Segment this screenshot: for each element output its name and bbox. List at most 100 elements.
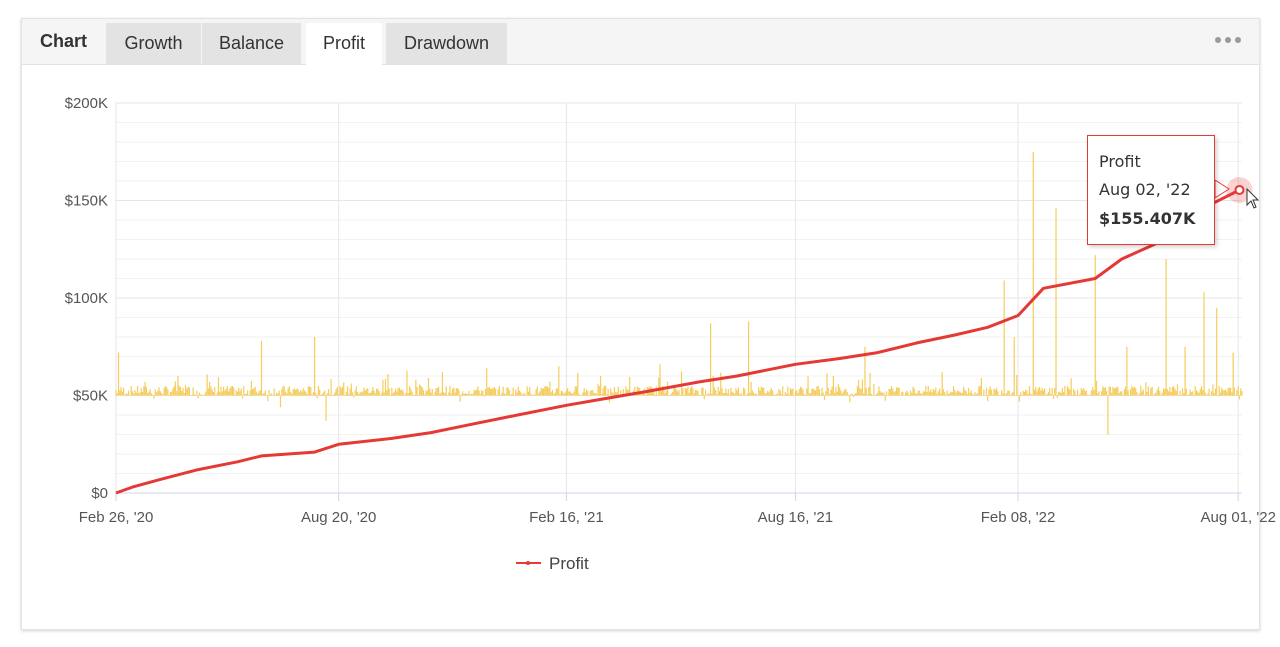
profit-bar <box>198 392 201 396</box>
profit-bar <box>568 391 570 396</box>
profit-bar <box>803 393 805 396</box>
profit-bar <box>472 393 474 396</box>
profit-bar <box>502 386 504 396</box>
profit-bar <box>677 391 679 396</box>
profit-bar <box>555 388 557 396</box>
profit-bar <box>1102 386 1104 396</box>
profit-bar <box>759 390 761 396</box>
profit-bar <box>283 386 285 396</box>
profit-bar <box>1188 394 1190 396</box>
profit-bar <box>1075 394 1077 396</box>
profit-bar <box>761 388 764 396</box>
profit-bar <box>391 387 393 396</box>
profit-bar <box>345 391 347 396</box>
profit-bar <box>1078 395 1080 396</box>
profit-bar <box>1207 393 1209 396</box>
profit-bar <box>365 388 368 396</box>
profit-bar <box>252 389 254 396</box>
profit-bar <box>1036 391 1038 396</box>
profit-bar <box>243 385 245 396</box>
profit-bar <box>321 393 323 396</box>
profit-bar <box>916 393 918 396</box>
profit-bar <box>1063 392 1065 396</box>
profit-bar <box>793 395 795 396</box>
profit-bar <box>211 389 213 396</box>
profit-bar <box>135 392 137 396</box>
profit-bar <box>596 394 598 396</box>
profit-bar <box>505 394 507 396</box>
profit-bar <box>238 387 240 396</box>
profit-bar <box>844 389 846 396</box>
profit-bar <box>265 395 268 396</box>
profit-bar <box>708 394 710 396</box>
profit-bar <box>736 390 738 396</box>
profit-bar <box>1126 346 1128 396</box>
profit-bar <box>680 371 683 396</box>
profit-bar <box>1081 389 1084 396</box>
profit-bar <box>936 393 938 396</box>
profit-bar <box>897 387 899 396</box>
profit-bar <box>932 388 934 396</box>
profit-bar <box>1031 394 1033 396</box>
profit-bar <box>272 395 274 396</box>
profit-bar <box>397 387 399 396</box>
profit-bar <box>136 385 139 396</box>
profit-bar <box>770 388 772 396</box>
profit-bar <box>122 387 125 396</box>
profit-bar <box>969 392 971 396</box>
x-tick-label: Feb 08, '22 <box>981 509 1056 526</box>
profit-bar <box>567 387 569 396</box>
profit-bar <box>721 388 723 396</box>
profit-bar <box>168 395 170 396</box>
profit-bar <box>598 386 600 396</box>
profit-bar <box>1103 388 1105 396</box>
profit-bar <box>1016 374 1018 396</box>
profit-bar <box>1165 259 1167 396</box>
profit-bar <box>723 392 726 396</box>
y-tick-label: $150K <box>65 193 108 210</box>
profit-bar <box>1205 394 1208 396</box>
profit-bar <box>319 389 321 396</box>
profit-bar <box>343 382 345 396</box>
legend[interactable]: Profit <box>516 554 589 573</box>
profit-bar <box>341 386 344 396</box>
profit-bar <box>1083 388 1085 396</box>
profit-bar <box>277 393 279 396</box>
profit-bar <box>1209 395 1211 396</box>
profit-bar <box>171 391 173 396</box>
profit-bar <box>1149 394 1151 396</box>
profit-bar <box>606 394 608 396</box>
profit-bar <box>233 387 235 396</box>
profit-bar <box>871 394 874 396</box>
profit-bar <box>947 394 950 396</box>
profit-bar <box>436 387 438 396</box>
profit-bar <box>954 389 956 396</box>
profit-bar <box>911 392 913 396</box>
profit-bar <box>1130 389 1132 396</box>
profit-bar <box>1003 280 1005 396</box>
profit-bar <box>852 395 855 398</box>
profit-bar <box>562 391 564 396</box>
profit-bar <box>830 389 832 396</box>
profit-bar <box>395 388 397 396</box>
profit-bar <box>378 391 380 396</box>
profit-bar <box>432 395 435 396</box>
hover-point[interactable] <box>1234 184 1245 195</box>
profit-bar <box>422 389 425 396</box>
profit-bar <box>1237 386 1239 396</box>
profit-bar <box>148 391 150 396</box>
profit-bar <box>592 390 594 396</box>
profit-bar <box>159 391 161 396</box>
profit-bar <box>605 385 607 396</box>
profit-bar <box>407 393 409 396</box>
profit-bar <box>463 394 465 396</box>
profit-bar <box>772 390 774 396</box>
profit-bar <box>522 393 524 396</box>
profit-bar <box>656 394 659 396</box>
profit-bar <box>173 386 175 396</box>
profit-bar <box>737 387 740 396</box>
profit-bar <box>496 395 498 397</box>
profit-bar <box>1123 389 1125 396</box>
profit-bar <box>292 389 294 396</box>
profit-bar <box>1109 387 1112 396</box>
